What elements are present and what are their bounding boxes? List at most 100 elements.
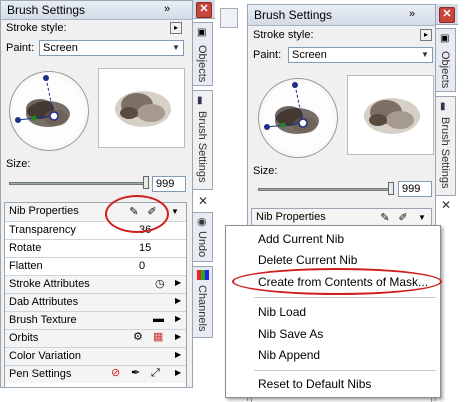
expand-arrow-icon: ▶: [175, 278, 182, 287]
clock-icon: ◷: [155, 278, 165, 290]
stroke-style-label: Stroke style:: [253, 29, 314, 41]
side-tab-objects[interactable]: Objects ▣: [193, 22, 213, 86]
brush-preview-graphic: [115, 91, 171, 127]
size-slider-thumb[interactable]: [388, 182, 394, 195]
section-label: Orbits: [9, 332, 39, 344]
section-pen-settings[interactable]: Pen Settings ⊘ ✒ ⤢ ▶: [5, 365, 186, 383]
nib-property-row: Rotate 15: [5, 239, 186, 257]
menu-item-nib-load[interactable]: Nib Load: [226, 302, 440, 322]
paint-mode-value: Screen: [292, 49, 327, 61]
nib-property-label: Rotate: [9, 242, 42, 254]
menu-item-nib-save-as[interactable]: Nib Save As: [226, 324, 440, 344]
right-panel-title: Brush Settings: [254, 8, 333, 22]
brush-preview: [98, 68, 185, 148]
tilt-icon: ⤢: [151, 367, 160, 379]
section-label: Brush Texture: [9, 314, 77, 326]
nib-property-row: Flatten 0: [5, 257, 186, 275]
brush-tab-icon: ▮: [197, 95, 203, 106]
paint-mode-select[interactable]: Screen ▼: [39, 40, 184, 56]
side-tab-label: Channels: [196, 285, 208, 332]
side-tab-label: Brush Settings: [439, 117, 451, 189]
section-orbits[interactable]: Orbits ⚙ ▦ ▶: [5, 329, 186, 347]
pen-nib-alt-icon[interactable]: ✐: [396, 211, 410, 225]
stroke-style-options-icon[interactable]: ▸: [170, 22, 182, 34]
folder-icon: ▬: [153, 313, 164, 325]
section-brush-texture[interactable]: Brush Texture ▬ ▶: [5, 311, 186, 329]
collapse-button[interactable]: »: [160, 3, 174, 17]
nib-menu-arrow-icon[interactable]: ▼: [169, 205, 181, 219]
stroke-style-label: Stroke style:: [6, 22, 67, 34]
left-panel-title: Brush Settings: [7, 3, 86, 17]
nib-property-value[interactable]: 0: [139, 258, 145, 275]
undo-tab-icon: ◉: [197, 216, 207, 228]
section-dab-attributes[interactable]: Dab Attributes ▶: [5, 293, 186, 311]
side-tab-label: Brush Settings: [196, 111, 208, 183]
menu-item-reset-default-nibs[interactable]: Reset to Default Nibs: [226, 374, 440, 394]
pen-nib-icon[interactable]: ✎: [378, 211, 392, 225]
expand-arrow-icon: ▶: [175, 332, 182, 341]
expand-arrow-icon: ▶: [175, 314, 182, 323]
section-color-variation[interactable]: Color Variation ▶: [5, 347, 186, 365]
grid-icon: ▦: [153, 331, 164, 343]
section-label: Dab Attributes: [9, 296, 79, 308]
chevron-down-icon: ▼: [421, 50, 429, 59]
highlight-ring-nib-icons: [105, 195, 169, 233]
size-value-field[interactable]: 999: [152, 176, 186, 192]
menu-item-nib-append[interactable]: Nib Append: [226, 345, 440, 365]
menu-item-delete-current-nib[interactable]: Delete Current Nib: [226, 250, 440, 270]
side-tab-channels[interactable]: Channels: [193, 266, 213, 338]
size-label: Size:: [6, 158, 31, 170]
side-tab-close-icon[interactable]: ✕: [196, 194, 210, 208]
stroke-style-options-icon[interactable]: ▸: [420, 29, 432, 41]
size-value-field[interactable]: 999: [398, 181, 432, 197]
nib-properties-label: Nib Properties: [9, 205, 79, 217]
close-icon[interactable]: ✕: [196, 2, 212, 18]
paint-mode-select[interactable]: Screen ▼: [288, 47, 433, 63]
section-label: Color Variation: [9, 350, 81, 362]
menu-item-add-current-nib[interactable]: Add Current Nib: [226, 229, 440, 249]
orbits-icon: ⚙: [133, 331, 143, 343]
nib-angle-dial-graphic: [15, 75, 70, 127]
nib-menu-arrow-icon[interactable]: ▼: [416, 211, 428, 225]
left-side-tabs-titlebar: ✕: [193, 0, 215, 19]
close-icon[interactable]: ✕: [439, 7, 455, 23]
section-stroke-attributes[interactable]: Stroke Attributes ◷ ▶: [5, 275, 186, 293]
brush-preview: [347, 75, 434, 155]
expand-arrow-icon: ▶: [175, 368, 182, 377]
left-brush-settings-panel: Brush Settings » Stroke style: ▸ Paint: …: [0, 0, 193, 388]
nib-property-label: Flatten: [9, 260, 43, 272]
side-tab-label: Undo: [196, 231, 208, 258]
side-tab-close-icon[interactable]: ✕: [439, 198, 453, 212]
right-side-tabs-titlebar: ✕: [436, 4, 458, 25]
brush-preview-graphic: [364, 98, 420, 134]
side-tab-brush-settings[interactable]: ▮ Brush Settings: [436, 96, 456, 196]
nib-angle-dial[interactable]: [9, 71, 89, 151]
side-tab-label: Objects: [439, 51, 451, 89]
brush-tab-icon: ▮: [440, 101, 446, 112]
size-slider-track[interactable]: [9, 182, 149, 185]
left-panel-titlebar: Brush Settings »: [1, 1, 192, 20]
expand-arrow-icon: ▶: [175, 350, 182, 359]
pen-pressure-icon: ✒: [131, 367, 141, 379]
nib-angle-dial-graphic: [264, 82, 319, 134]
nib-property-value[interactable]: 15: [139, 240, 151, 257]
paint-label: Paint:: [6, 42, 35, 54]
objects-tab-icon: ▣: [197, 27, 207, 38]
highlight-ring-menu-item: [232, 268, 442, 295]
paint-label: Paint:: [253, 49, 282, 61]
paint-mode-value: Screen: [43, 42, 78, 54]
size-slider-track[interactable]: [258, 188, 394, 191]
side-tab-brush-settings[interactable]: ▮ Brush Settings: [193, 90, 213, 190]
no-pressure-icon: ⊘: [111, 367, 121, 379]
expand-arrow-icon: ▶: [175, 296, 182, 305]
right-panel-titlebar: Brush Settings »: [248, 5, 435, 26]
collapse-button[interactable]: »: [405, 8, 419, 22]
menu-separator: [254, 370, 436, 371]
size-slider-thumb[interactable]: [143, 176, 149, 189]
channels-tab-icon: [197, 270, 209, 280]
side-tab-objects[interactable]: ▣ Objects: [436, 28, 456, 92]
side-tab-undo[interactable]: ◉ Undo: [193, 212, 213, 262]
nib-angle-dial[interactable]: [258, 78, 338, 158]
section-label: Stroke Attributes: [9, 278, 90, 290]
nib-property-label: Transparency: [9, 224, 76, 236]
